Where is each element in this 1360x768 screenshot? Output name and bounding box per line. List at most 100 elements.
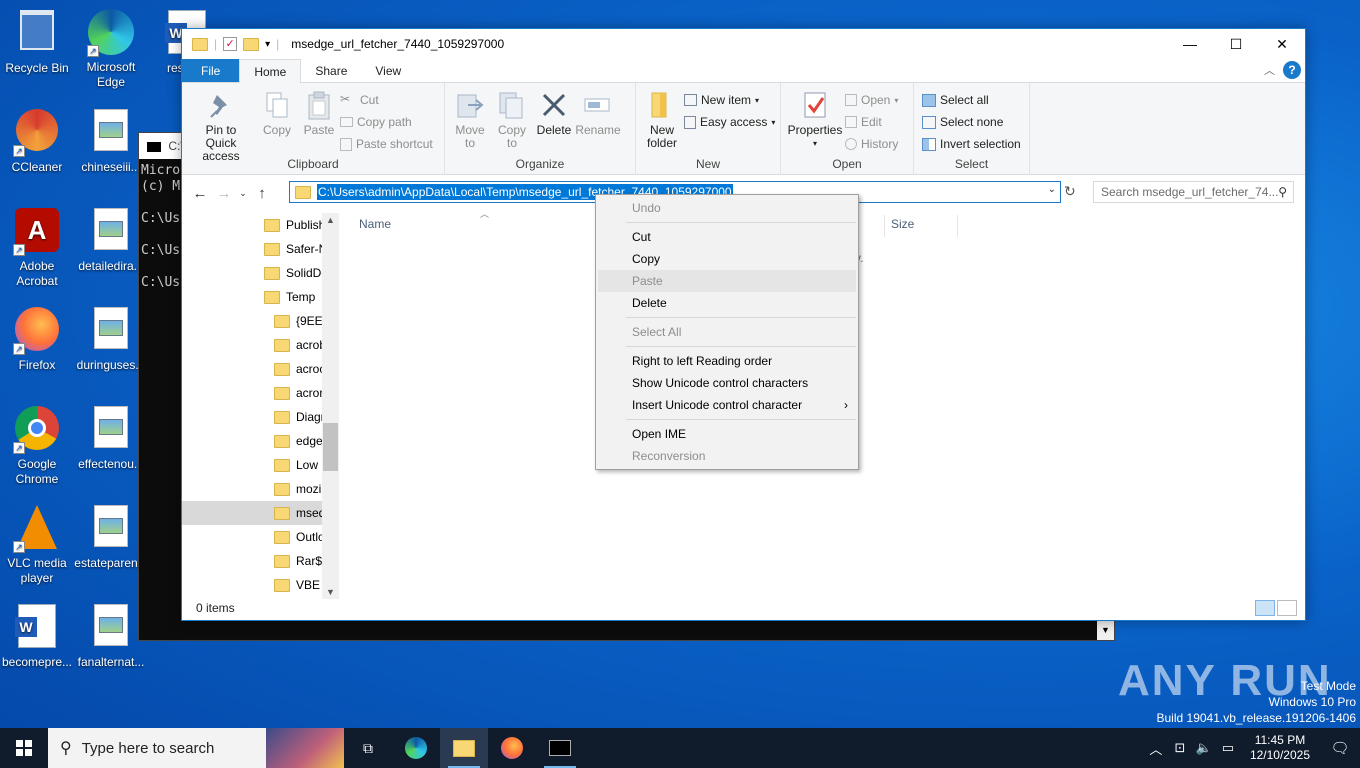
easy-access-button[interactable]: Easy access ▾: [684, 111, 775, 133]
search-input[interactable]: Search msedge_url_fetcher_74... ⚲: [1093, 181, 1294, 203]
menu-item-reconversion[interactable]: Reconversion: [598, 445, 856, 467]
menu-item-cut[interactable]: Cut: [598, 226, 856, 248]
select-none-button[interactable]: Select none: [922, 111, 1025, 133]
details-view-button[interactable]: [1255, 600, 1275, 616]
desktop-icon[interactable]: duringuses...: [74, 305, 148, 373]
volume-icon[interactable]: 🔈: [1192, 740, 1216, 756]
menu-item-open-ime[interactable]: Open IME: [598, 423, 856, 445]
menu-item-right-to-left-reading-order[interactable]: Right to left Reading order: [598, 350, 856, 372]
history-button[interactable]: History: [845, 133, 898, 155]
tab-home[interactable]: Home: [239, 59, 302, 83]
taskbar-edge[interactable]: [392, 728, 440, 768]
scroll-up-icon[interactable]: ▲: [322, 215, 339, 225]
qat-dropdown-icon[interactable]: ▾: [265, 39, 270, 50]
menu-item-delete[interactable]: Delete: [598, 292, 856, 314]
column-header-name[interactable]: Name: [359, 217, 391, 231]
new-folder-qat-icon[interactable]: [243, 37, 260, 51]
minimize-button[interactable]: —: [1167, 29, 1213, 59]
tree-item[interactable]: acroc: [182, 357, 339, 381]
column-header-size[interactable]: Size: [884, 215, 914, 237]
up-arrow-icon[interactable]: ↑: [250, 185, 274, 202]
new-folder-button[interactable]: New folder: [640, 87, 684, 152]
network-adapter-icon[interactable]: ⊡: [1168, 740, 1192, 756]
new-item-button[interactable]: New item ▾: [684, 89, 775, 111]
tree-item[interactable]: msed: [182, 501, 339, 525]
help-icon[interactable]: ?: [1283, 61, 1301, 79]
tree-item[interactable]: edge_: [182, 429, 339, 453]
address-dropdown-icon[interactable]: ⌄: [1048, 184, 1056, 195]
tree-item[interactable]: Temp: [182, 285, 339, 309]
taskbar-firefox[interactable]: [488, 728, 536, 768]
tree-item[interactable]: Safer-N: [182, 237, 339, 261]
tree-item[interactable]: Diagn: [182, 405, 339, 429]
taskbar-cmd[interactable]: [536, 728, 584, 768]
move-to-button[interactable]: Move to: [449, 87, 491, 152]
tree-item[interactable]: acrob: [182, 333, 339, 357]
task-view-button[interactable]: ⧉: [344, 728, 392, 768]
tree-item[interactable]: Low: [182, 453, 339, 477]
desktop-icon[interactable]: detailedira...: [74, 206, 148, 274]
desktop-icon[interactable]: ↗ Firefox: [0, 305, 74, 373]
tree-item[interactable]: acrorc: [182, 381, 339, 405]
delete-button[interactable]: Delete: [533, 87, 575, 152]
copy-path-button[interactable]: Copy path: [340, 111, 433, 133]
back-arrow-icon[interactable]: ←: [188, 185, 212, 202]
menu-item-select-all[interactable]: Select All: [598, 321, 856, 343]
desktop-icon[interactable]: chineseiii...: [74, 107, 148, 175]
taskbar-search-box[interactable]: ⚲ Type here to search: [48, 728, 344, 768]
rename-button[interactable]: Rename: [575, 87, 621, 152]
desktop-icon[interactable]: fanalternat...: [74, 602, 148, 670]
scroll-thumb[interactable]: [323, 423, 338, 471]
network-icon[interactable]: ▭: [1216, 740, 1240, 756]
tree-item[interactable]: mozil: [182, 477, 339, 501]
edit-button[interactable]: Edit: [845, 111, 898, 133]
open-button[interactable]: Open ▾: [845, 89, 898, 111]
properties-button[interactable]: Properties ▾: [785, 87, 845, 155]
clock[interactable]: 11:45 PM 12/10/2025: [1250, 733, 1310, 763]
tab-share[interactable]: Share: [301, 59, 361, 82]
menu-item-paste[interactable]: Paste: [598, 270, 856, 292]
notifications-icon[interactable]: 🗨: [1320, 739, 1360, 757]
paste-shortcut-button[interactable]: Paste shortcut: [340, 133, 433, 155]
tree-item[interactable]: Outlo: [182, 525, 339, 549]
invert-selection-button[interactable]: Invert selection: [922, 133, 1025, 155]
desktop-icon[interactable]: ↗ Microsoft Edge: [74, 8, 148, 90]
menu-item-undo[interactable]: Undo: [598, 197, 856, 219]
desktop-icon[interactable]: A ↗ Adobe Acrobat: [0, 206, 74, 289]
pin-to-quick-access-button[interactable]: Pin to Quick access: [186, 87, 256, 165]
show-hidden-icons-icon[interactable]: ︿: [1144, 739, 1168, 758]
desktop-icon[interactable]: ↗ CCleaner: [0, 107, 74, 175]
navigation-pane[interactable]: Publish Safer-N SolidDc Temp {9EE29 acrob acro…: [182, 213, 339, 599]
copy-button[interactable]: Copy: [256, 87, 298, 165]
cut-button[interactable]: ✂ Cut: [340, 89, 433, 111]
close-button[interactable]: ✕: [1259, 29, 1305, 59]
forward-arrow-icon[interactable]: →: [212, 185, 236, 202]
desktop-icon[interactable]: Wbecomepre...: [0, 602, 74, 670]
recent-locations-icon[interactable]: ⌄: [236, 188, 250, 199]
tree-item[interactable]: {9EE29: [182, 309, 339, 333]
nav-pane-scrollbar[interactable]: ▲ ▼: [322, 213, 339, 599]
taskbar-file-explorer[interactable]: [440, 728, 488, 768]
menu-item-insert-unicode-control-character[interactable]: Insert Unicode control character ›: [598, 394, 856, 416]
tab-view[interactable]: View: [361, 59, 415, 82]
maximize-button[interactable]: ☐: [1213, 29, 1259, 59]
collapse-ribbon-icon[interactable]: ︿: [1264, 62, 1275, 78]
desktop-icon[interactable]: Recycle Bin: [0, 8, 74, 76]
copy-to-button[interactable]: Copy to: [491, 87, 533, 152]
tree-item[interactable]: VBE: [182, 573, 339, 597]
refresh-icon[interactable]: ↻: [1064, 183, 1076, 200]
tree-item[interactable]: SolidDc: [182, 261, 339, 285]
desktop-icon[interactable]: effectenou...: [74, 404, 148, 472]
paste-button[interactable]: Paste: [298, 87, 340, 165]
tree-item[interactable]: Rar$D: [182, 549, 339, 573]
title-bar[interactable]: | ✓ ▾ | msedge_url_fetcher_7440_10592970…: [182, 29, 1305, 59]
cmd-scroll-down[interactable]: ▼: [1097, 620, 1114, 640]
desktop-icon[interactable]: ↗ Google Chrome: [0, 404, 74, 487]
tab-file[interactable]: File: [182, 59, 240, 82]
tree-item[interactable]: Publish: [182, 213, 339, 237]
desktop-icon[interactable]: ↗ VLC media player: [0, 503, 74, 586]
menu-item-copy[interactable]: Copy: [598, 248, 856, 270]
large-icons-view-button[interactable]: [1277, 600, 1297, 616]
start-button[interactable]: [0, 728, 48, 768]
properties-qat-icon[interactable]: ✓: [223, 37, 238, 51]
